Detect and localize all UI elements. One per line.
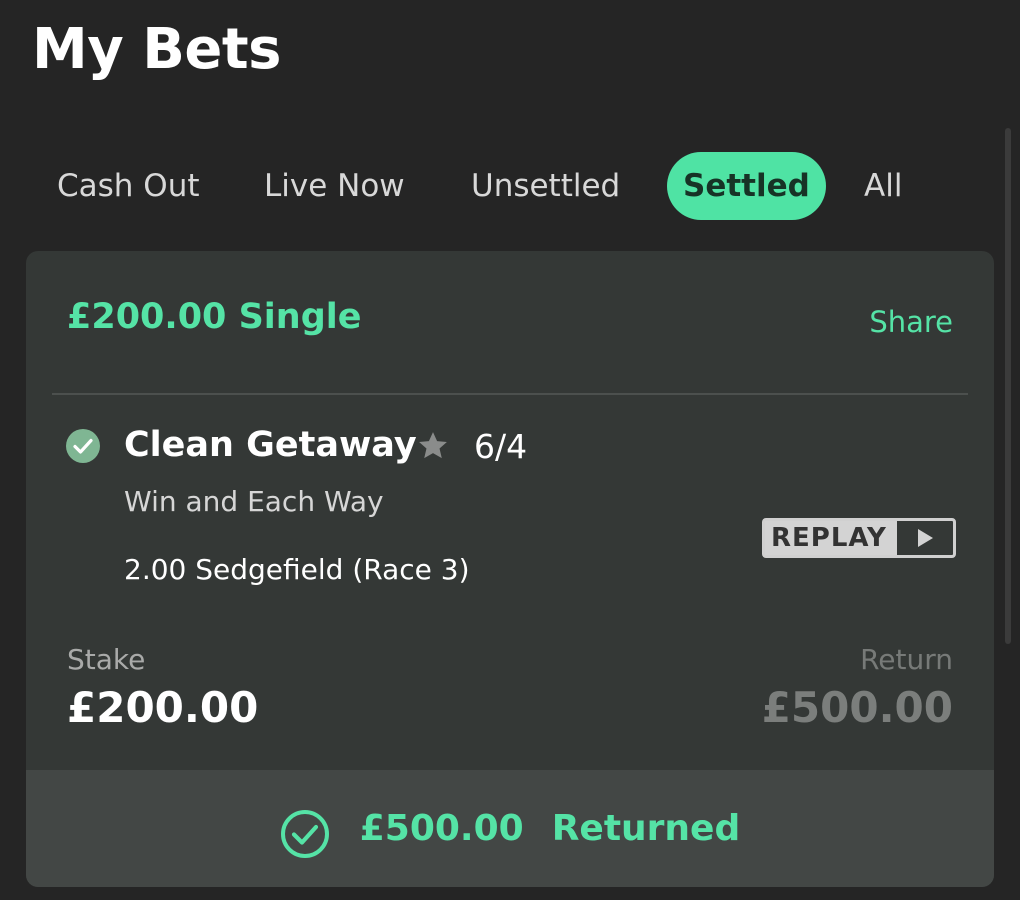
- returned-amount: £500.00: [359, 808, 524, 849]
- stake-value: £200.00: [67, 683, 259, 732]
- return-label: Return: [860, 643, 953, 676]
- stake-label: Stake: [67, 643, 146, 676]
- tab-cash-out[interactable]: Cash Out: [57, 152, 200, 220]
- event-name: 2.00 Sedgefield (Race 3): [124, 553, 470, 586]
- my-bets-page: My Bets Cash Out Live Now Unsettled Sett…: [0, 0, 1020, 900]
- selection-name: Clean Getaway: [124, 425, 417, 465]
- star-icon[interactable]: [416, 429, 450, 463]
- divider: [52, 393, 968, 395]
- returned-footer: £500.00 Returned: [26, 770, 994, 887]
- return-value: £500.00: [761, 683, 953, 732]
- scrollbar[interactable]: [1005, 128, 1011, 644]
- tab-all[interactable]: All: [864, 152, 902, 220]
- page-title: My Bets: [32, 17, 282, 82]
- check-circle-icon: [66, 429, 100, 463]
- market-name: Win and Each Way: [124, 485, 384, 518]
- tab-unsettled[interactable]: Unsettled: [471, 152, 620, 220]
- selection-odds: 6/4: [474, 427, 528, 466]
- returned-status: Returned: [551, 808, 741, 849]
- share-button[interactable]: Share: [869, 305, 953, 339]
- bet-title: £200.00 Single: [67, 297, 362, 337]
- check-circle-outline-icon: [280, 809, 329, 858]
- play-icon: [897, 521, 953, 555]
- bet-card: £200.00 Single Share Clean Getaway 6/4 W…: [26, 251, 994, 887]
- tab-settled[interactable]: Settled: [667, 152, 826, 220]
- replay-label: REPLAY: [765, 521, 897, 555]
- tab-live-now[interactable]: Live Now: [264, 152, 405, 220]
- replay-button[interactable]: REPLAY: [762, 518, 956, 558]
